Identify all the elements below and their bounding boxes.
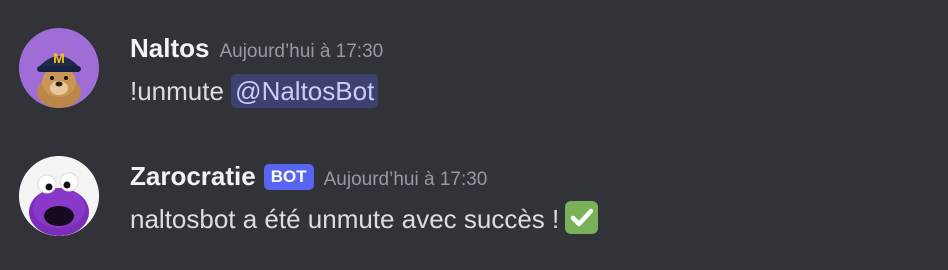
timestamp: Aujourd’hui à 17:30: [323, 169, 488, 190]
message-item: Zarocratie BOT Aujourd’hui à 17:30 naltosb…: [0, 153, 948, 253]
avatar[interactable]: [19, 156, 99, 236]
username[interactable]: Naltos: [130, 33, 209, 64]
message-item: M Naltos Aujourd’hui à 17:30 !unmute @Nal…: [0, 25, 948, 125]
purple-monster-avatar: [19, 156, 99, 236]
user-mention[interactable]: @NaltosBot: [231, 74, 379, 108]
message-header: Naltos Aujourd’hui à 17:30: [130, 33, 383, 65]
timestamp: Aujourd’hui à 17:30: [219, 41, 384, 62]
message-content: !unmute @NaltosBot: [130, 73, 379, 109]
username[interactable]: Zarocratie: [130, 161, 256, 192]
message-content: naltosbot a été unmute avec succès !: [130, 201, 599, 237]
message-header: Zarocratie BOT Aujourd’hui à 17:30: [130, 161, 487, 193]
chat-messages: M Naltos Aujourd’hui à 17:30 !unmute @Nal…: [0, 0, 948, 270]
white-check-mark-emoji-icon: [565, 201, 599, 234]
message-text: !unmute: [130, 76, 232, 106]
bot-badge: BOT: [263, 164, 314, 190]
svg-text:M: M: [53, 50, 65, 66]
message-text: naltosbot a été unmute avec succès !: [130, 204, 560, 234]
avatar[interactable]: M: [19, 28, 99, 108]
dog-with-mcdonalds-cap-avatar: M: [19, 28, 99, 108]
